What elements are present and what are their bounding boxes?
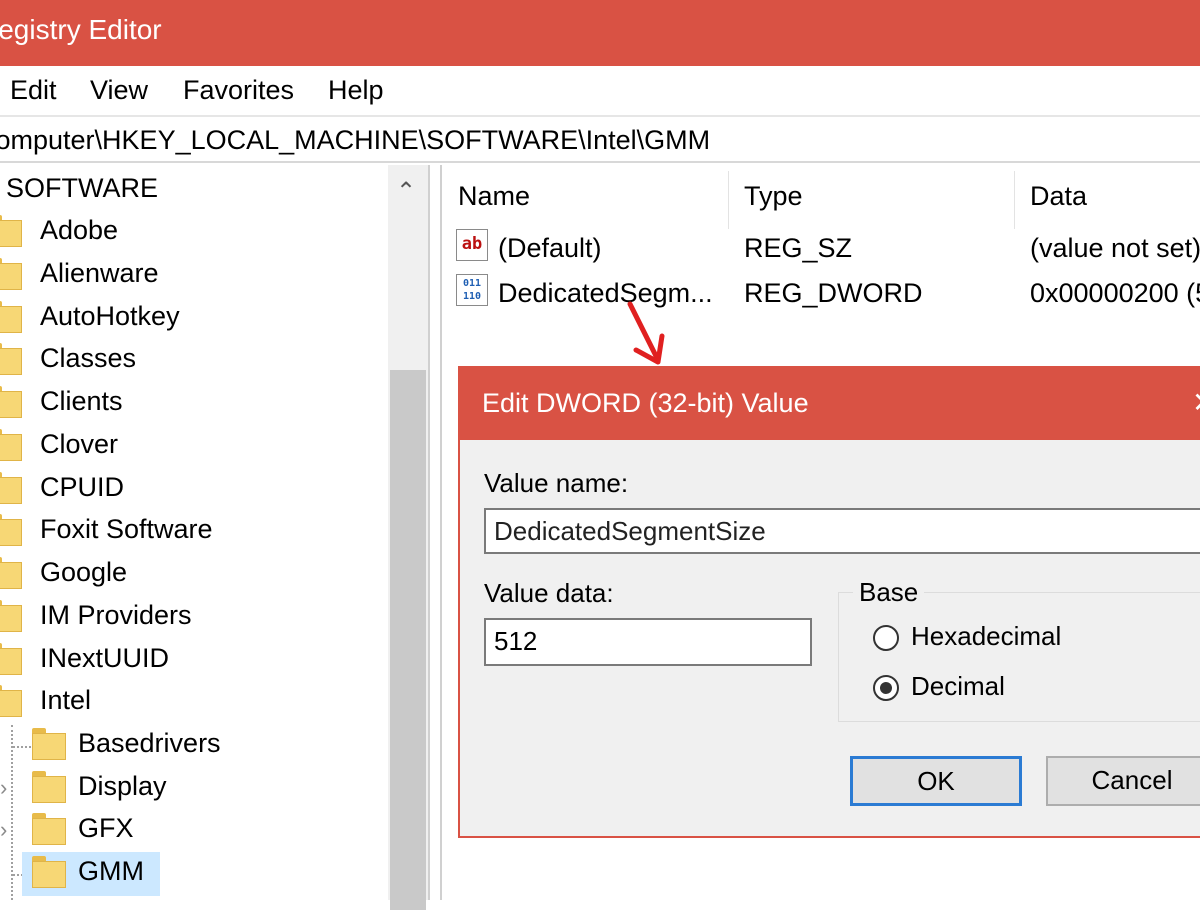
hexadecimal-label[interactable]: Hexadecimal: [911, 621, 1061, 652]
tree-item-label: Display: [78, 771, 167, 801]
column-header-type[interactable]: Type: [744, 181, 803, 212]
tree-item-label: GFX: [78, 813, 134, 843]
folder-icon: [32, 728, 66, 762]
base-groupbox: Base Hexadecimal Decimal: [838, 577, 1200, 722]
column-separator[interactable]: [1014, 171, 1015, 229]
tree-item-label: Adobe: [40, 215, 119, 245]
folder-icon: [0, 386, 22, 420]
scrollbar-thumb[interactable]: [390, 370, 426, 910]
tree-item-label: Intel: [40, 685, 92, 715]
window-title: Registry Editor: [0, 14, 162, 45]
value-row[interactable]: ab (Default) REG_SZ (value not set): [442, 227, 1200, 271]
folder-icon: [0, 514, 22, 548]
decimal-label[interactable]: Decimal: [911, 671, 1005, 702]
folder-icon: [0, 343, 22, 377]
value-data-field[interactable]: 512: [484, 618, 812, 666]
tree-item-label: Clover: [40, 429, 119, 459]
tree-root-label[interactable]: SOFTWARE: [6, 173, 158, 204]
dialog-title: Edit DWORD (32-bit) Value: [482, 388, 809, 418]
value-type: REG_SZ: [744, 233, 853, 263]
pane-splitter[interactable]: [428, 165, 442, 900]
folder-icon: [0, 258, 22, 292]
tree-scrollbar[interactable]: ⌃: [388, 165, 428, 910]
folder-icon: [0, 643, 22, 677]
menu-favorites[interactable]: Favorites: [183, 75, 294, 106]
string-value-icon: ab: [456, 229, 488, 261]
column-header-name[interactable]: Name: [458, 181, 530, 212]
tree-item-label: CPUID: [40, 472, 125, 502]
folder-icon: [0, 557, 22, 591]
title-bar: Registry Editor: [0, 0, 1200, 66]
address-path[interactable]: Computer\HKEY_LOCAL_MACHINE\SOFTWARE\Int…: [0, 125, 710, 156]
folder-icon: [32, 813, 66, 847]
column-separator[interactable]: [728, 171, 729, 229]
tree-item-label: INextUUID: [40, 643, 170, 673]
key-tree: SOFTWARE Adobe Alienware AutoHotkey Clas…: [0, 165, 388, 900]
menu-bar: Edit View Favorites Help: [0, 66, 1200, 114]
tree-item-label: AutoHotkey: [40, 301, 180, 331]
chevron-up-icon[interactable]: ⌃: [396, 177, 416, 206]
base-label: Base: [853, 577, 925, 608]
chevron-right-icon[interactable]: ›: [0, 775, 7, 801]
value-name: DedicatedSegm...: [498, 278, 713, 308]
cancel-button[interactable]: Cancel: [1046, 756, 1200, 806]
value-data: 0x00000200 (512): [1030, 278, 1200, 308]
tree-item-label: Basedrivers: [78, 728, 221, 758]
tree-item-label: IM Providers: [40, 600, 192, 630]
folder-icon: [32, 856, 66, 890]
edit-dword-dialog: Edit DWORD (32-bit) Value ✕ Value name: …: [458, 366, 1200, 838]
address-bar[interactable]: Computer\HKEY_LOCAL_MACHINE\SOFTWARE\Int…: [0, 115, 1200, 163]
column-header-data[interactable]: Data: [1030, 181, 1087, 212]
value-name-label: Value name:: [484, 468, 629, 498]
value-name: (Default): [498, 233, 602, 263]
menu-help[interactable]: Help: [328, 75, 384, 106]
tree-item-label: Google: [40, 557, 128, 587]
ok-button[interactable]: OK: [850, 756, 1022, 806]
value-data: (value not set): [1030, 233, 1200, 263]
value-type: REG_DWORD: [744, 278, 923, 308]
tree-connector-line: [13, 746, 31, 748]
annotation-arrow-icon: [627, 301, 665, 365]
folder-icon: [0, 215, 22, 249]
tree-item-label: Clients: [40, 386, 123, 416]
close-icon[interactable]: ✕: [1192, 386, 1200, 419]
chevron-right-icon[interactable]: ›: [0, 817, 7, 843]
radio-hexadecimal[interactable]: [873, 625, 899, 651]
dialog-title-bar: Edit DWORD (32-bit) Value ✕: [460, 368, 1200, 440]
tree-item-label: Classes: [40, 343, 137, 373]
radio-decimal[interactable]: [873, 675, 899, 701]
menu-view[interactable]: View: [90, 75, 148, 106]
folder-icon: [0, 429, 22, 463]
folder-icon: [0, 685, 22, 719]
tree-item-label: Foxit Software: [40, 514, 213, 544]
folder-icon: [0, 600, 22, 634]
menu-edit[interactable]: Edit: [10, 75, 57, 106]
value-data-label: Value data:: [484, 578, 614, 608]
tree-item-label: GMM: [78, 856, 144, 886]
folder-icon: [32, 771, 66, 805]
tree-item-label: Alienware: [40, 258, 159, 288]
binary-value-icon: 011 110: [456, 274, 488, 306]
folder-icon: [0, 472, 22, 506]
value-name-field[interactable]: DedicatedSegmentSize: [484, 508, 1200, 554]
folder-icon: [0, 301, 22, 335]
value-row[interactable]: 011 110 DedicatedSegm... REG_DWORD 0x0000…: [442, 272, 1200, 316]
